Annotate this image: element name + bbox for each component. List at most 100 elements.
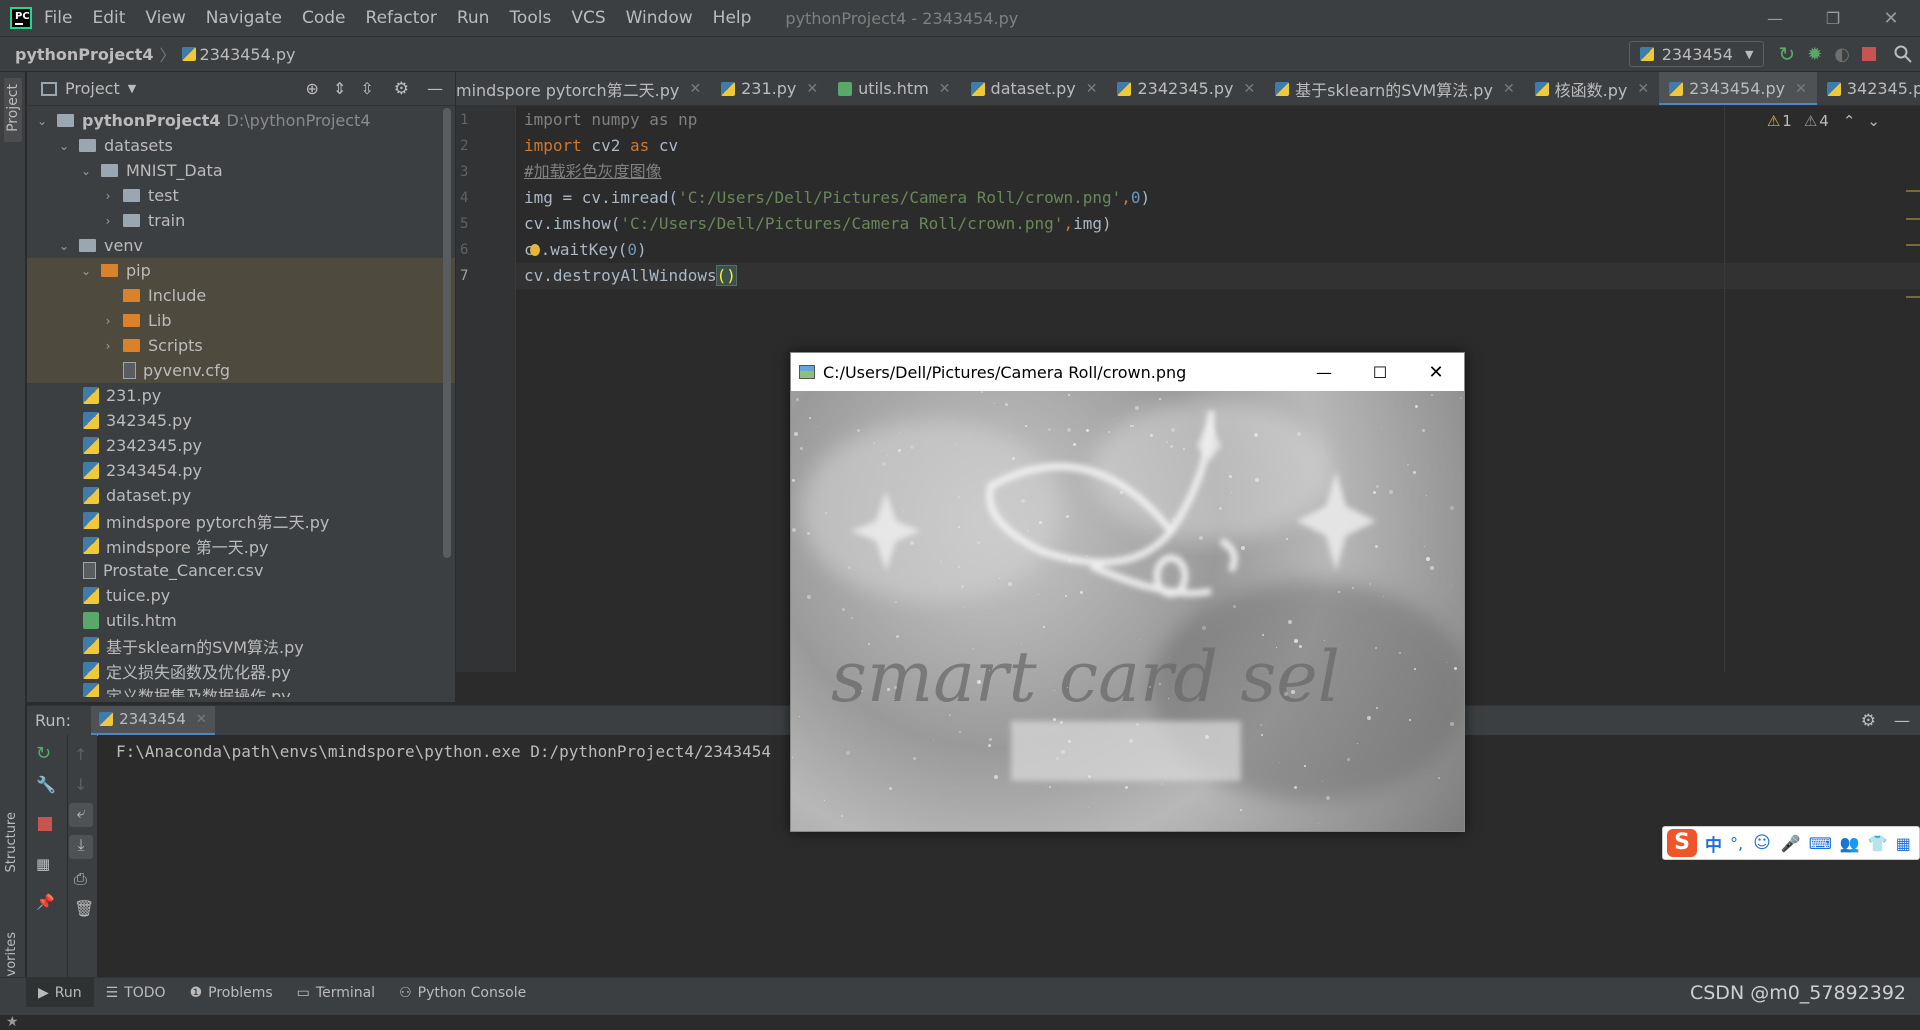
tab-dataset[interactable]: dataset.py ✕ (961, 72, 1108, 105)
print-icon[interactable]: ⎙ (74, 869, 87, 889)
tree-item[interactable]: › test (27, 183, 455, 208)
maximize-icon[interactable]: ☐ (1352, 363, 1408, 382)
chevron-down-icon[interactable]: ⌄ (79, 264, 93, 278)
tree-item[interactable]: 2342345.py (27, 433, 455, 458)
chevron-down-icon[interactable]: ⌄ (79, 164, 93, 178)
tree-item[interactable]: › Scripts (27, 333, 455, 358)
ime-language-toggle[interactable]: 中 (1705, 831, 1722, 856)
down-arrow-icon[interactable]: ↓ (74, 775, 87, 794)
menu-run[interactable]: Run (457, 8, 490, 28)
breadcrumb-project[interactable]: pythonProject4 (15, 45, 154, 64)
stop-icon[interactable] (38, 817, 52, 831)
close-icon[interactable]: ✕ (1503, 81, 1515, 97)
menu-help[interactable]: Help (713, 8, 752, 28)
menu-window[interactable]: Window (626, 8, 693, 28)
tree-item[interactable]: ⌄ datasets (27, 133, 455, 158)
breadcrumb-file[interactable]: 2343454.py (200, 45, 296, 64)
image-window-titlebar[interactable]: C:/Users/Dell/Pictures/Camera Roll/crown… (791, 353, 1464, 391)
chevron-right-icon[interactable]: › (101, 314, 115, 328)
project-view-label[interactable]: Project (65, 79, 120, 98)
tree-item[interactable]: 定义数据集及数据操作.py (27, 683, 455, 697)
layout-icon[interactable]: ▦ (36, 855, 50, 873)
tree-item[interactable]: Prostate_Cancer.csv (27, 558, 455, 583)
tab-342345[interactable]: 342345.py✕ (1817, 72, 1920, 105)
tree-item[interactable]: mindspore 第一天.py (27, 533, 455, 558)
grid-icon[interactable]: ▦ (1896, 834, 1911, 853)
rerun-icon[interactable]: ↻ (1778, 42, 1795, 66)
inspection-widget[interactable]: ⚠ 1 ⚠ 4 ⌃ ⌄ (1767, 112, 1880, 130)
chevron-down-icon[interactable]: ⌄ (35, 114, 49, 128)
up-arrow-icon[interactable]: ↑ (74, 745, 87, 764)
tree-item[interactable]: mindspore pytorch第二天.py (27, 508, 455, 533)
tab-utils-htm[interactable]: utils.htm ✕ (828, 72, 960, 105)
hide-panel-icon[interactable]: — (1894, 711, 1910, 730)
emoji-icon[interactable]: ☺ (1753, 833, 1771, 853)
expand-all-icon[interactable]: ⇕ (333, 79, 346, 98)
search-icon[interactable] (1894, 45, 1912, 63)
tree-item[interactable]: › Lib (27, 308, 455, 333)
structure-tool-button[interactable]: Structure (4, 812, 19, 876)
project-tool-button[interactable]: Project (4, 78, 22, 142)
chevron-down-icon[interactable]: ⌄ (57, 139, 71, 153)
tree-item[interactable]: 231.py (27, 383, 455, 408)
trash-icon[interactable]: 🗑 (74, 899, 94, 918)
punctuation-icon[interactable]: °, (1730, 834, 1743, 853)
close-icon[interactable]: ✕ (1086, 81, 1098, 97)
tree-item[interactable]: 342345.py (27, 408, 455, 433)
close-icon[interactable]: ✕ (806, 81, 818, 97)
close-icon[interactable]: ✕ (689, 81, 701, 97)
wrench-icon[interactable]: 🔧 (36, 775, 56, 794)
tree-item[interactable]: ⌄ pip (27, 258, 455, 283)
close-icon[interactable]: ✕ (1243, 81, 1255, 97)
menu-vcs[interactable]: VCS (571, 8, 605, 28)
minimize-icon[interactable]: — (1296, 363, 1352, 382)
tree-item[interactable]: 2343454.py (27, 458, 455, 483)
bottom-tab-terminal[interactable]: ▭ Terminal (285, 985, 387, 1001)
debug-icon[interactable]: ✹ (1807, 44, 1822, 65)
tree-item[interactable]: utils.htm (27, 608, 455, 633)
rerun-icon[interactable]: ↻ (36, 743, 51, 764)
collapse-all-icon[interactable]: ⇳ (360, 79, 373, 98)
menu-file[interactable]: File (44, 8, 72, 28)
bottom-tab-todo[interactable]: ☰ TODO (94, 985, 178, 1001)
tab-svm[interactable]: 基于sklearn的SVM算法.py ✕ (1265, 72, 1525, 105)
tab-231[interactable]: 231.py ✕ (711, 72, 828, 105)
tab-kernel[interactable]: 核函数.py ✕ (1525, 72, 1659, 105)
chevron-down-icon[interactable]: ▼ (128, 82, 136, 95)
tree-item[interactable]: ⌄ venv (27, 233, 455, 258)
tree-item[interactable]: ⌄ MNIST_Data (27, 158, 455, 183)
menu-view[interactable]: View (145, 8, 185, 28)
chevron-down-icon[interactable]: ⌄ (1867, 112, 1880, 130)
menu-code[interactable]: Code (302, 8, 346, 28)
gear-icon[interactable]: ⚙ (394, 79, 409, 99)
menu-navigate[interactable]: Navigate (206, 8, 282, 28)
close-icon[interactable]: ✕ (196, 712, 207, 727)
run-tab[interactable]: 2343454 ✕ (91, 705, 215, 736)
tree-item[interactable]: pyvenv.cfg (27, 358, 455, 383)
locate-icon[interactable]: ⊕ (306, 79, 319, 98)
bottom-tab-run[interactable]: ▶ Run (26, 977, 94, 1008)
close-icon[interactable]: ✕ (1862, 8, 1920, 29)
skin-icon[interactable]: 👕 (1868, 834, 1888, 853)
tab-2343454[interactable]: 2343454.py ✕ (1659, 72, 1817, 105)
user-icon[interactable]: 👥 (1840, 834, 1860, 853)
bottom-tab-problems[interactable]: ❶ Problems (178, 985, 285, 1001)
menu-edit[interactable]: Edit (92, 8, 125, 28)
chevron-right-icon[interactable]: › (101, 339, 115, 353)
close-icon[interactable]: ✕ (939, 81, 951, 97)
coverage-icon[interactable]: ◐ (1834, 44, 1850, 65)
soft-wrap-icon[interactable]: ⤶ (69, 803, 93, 827)
microphone-icon[interactable]: 🎤 (1781, 834, 1801, 853)
tree-item[interactable]: 定义损失函数及优化器.py (27, 658, 455, 683)
run-config-dropdown[interactable]: 2343454 ▼ (1628, 41, 1765, 67)
keyboard-icon[interactable]: ⌨ (1809, 834, 1832, 853)
bottom-tab-python-console[interactable]: ⚇ Python Console (387, 985, 538, 1001)
tree-item[interactable]: dataset.py (27, 483, 455, 508)
chevron-right-icon[interactable]: › (101, 214, 115, 228)
scroll-to-end-icon[interactable]: ⤓ (69, 835, 93, 859)
close-icon[interactable]: ✕ (1408, 362, 1464, 383)
pin-icon[interactable]: 📌 (36, 893, 55, 911)
gear-icon[interactable]: ⚙ (1861, 711, 1876, 731)
menu-tools[interactable]: Tools (509, 8, 551, 28)
tree-item[interactable]: tuice.py (27, 583, 455, 608)
